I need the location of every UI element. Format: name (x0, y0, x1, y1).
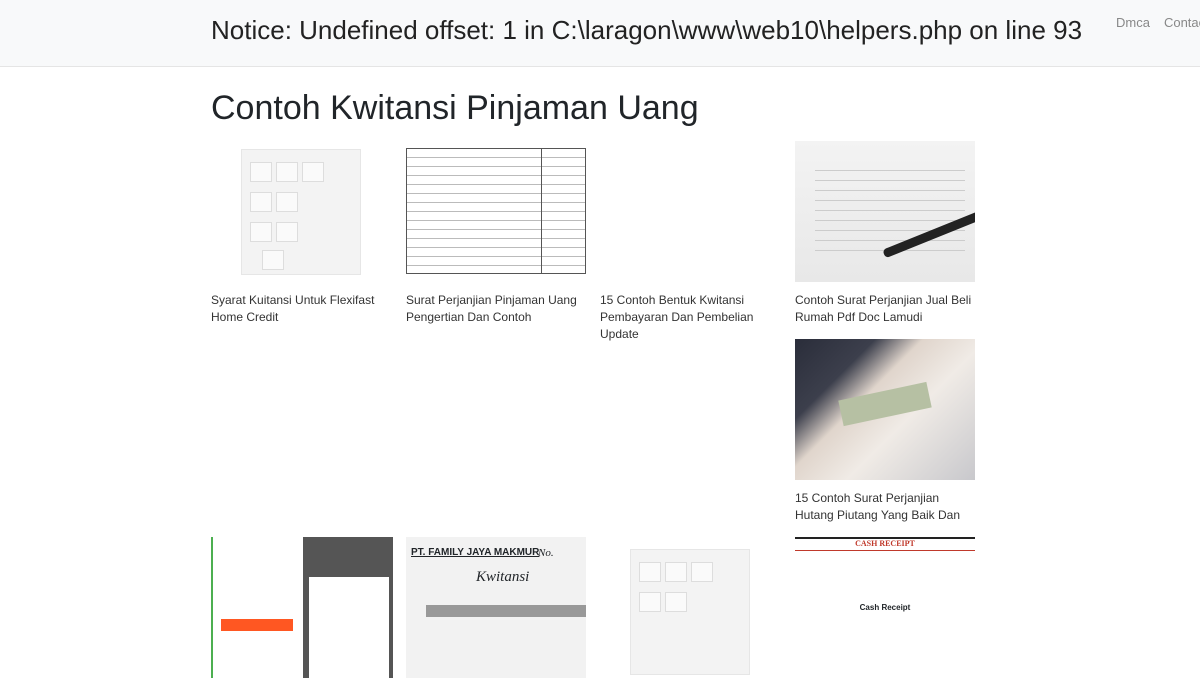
nav-dmca[interactable]: Dmca (1116, 15, 1150, 30)
post-image-kwitansi-form[interactable]: PT. FAMILY JAYA MAKMUR No. Kwitansi (406, 537, 586, 678)
receipt-title: Cash Receipt (859, 603, 911, 612)
post-card[interactable] (600, 537, 780, 678)
php-notice: Notice: Undefined offset: 1 in C:\larago… (211, 15, 1083, 45)
receipt-header: CASH RECEIPT (855, 539, 915, 548)
post-image-document[interactable] (406, 141, 586, 282)
post-title[interactable]: 15 Contoh Bentuk Kwitansi Pembayaran Dan… (600, 292, 780, 343)
post-card[interactable]: CASH RECEIPT Cash Receipt (795, 537, 975, 680)
post-card[interactable]: 15 Contoh Surat Perjanjian Hutang Piutan… (795, 339, 975, 524)
top-navbar: Notice: Undefined offset: 1 in C:\larago… (0, 0, 1200, 67)
post-card[interactable]: Surat Perjanjian Pinjaman Uang Pengertia… (406, 141, 586, 326)
post-title[interactable]: Syarat Kuitansi Untuk Flexifast Home Cre… (211, 292, 391, 326)
post-image-pen-signature[interactable] (795, 141, 975, 282)
nav-links: Dmca Contact (1116, 15, 1200, 30)
post-card[interactable]: PT. FAMILY JAYA MAKMUR No. Kwitansi (406, 537, 586, 678)
post-image-dresser[interactable] (600, 537, 780, 678)
post-card[interactable] (211, 537, 393, 678)
kwitansi-company-name: PT. FAMILY JAYA MAKMUR (411, 547, 540, 558)
post-image-money-handover[interactable] (795, 339, 975, 480)
nav-contact[interactable]: Contact (1164, 15, 1200, 30)
post-card[interactable]: Syarat Kuitansi Untuk Flexifast Home Cre… (211, 141, 391, 326)
post-image-cash-receipt[interactable]: CASH RECEIPT Cash Receipt (795, 537, 975, 680)
post-image-blank[interactable] (600, 141, 780, 282)
page-title: Contoh Kwitansi Pinjaman Uang (211, 89, 699, 127)
post-title[interactable]: Surat Perjanjian Pinjaman Uang Pengertia… (406, 292, 586, 326)
post-title[interactable]: 15 Contoh Surat Perjanjian Hutang Piutan… (795, 490, 975, 524)
post-card[interactable]: 15 Contoh Bentuk Kwitansi Pembayaran Dan… (600, 141, 780, 343)
post-image-app-screenshot[interactable] (211, 537, 393, 678)
post-image-dresser[interactable] (211, 141, 391, 282)
post-title[interactable]: Contoh Surat Perjanjian Jual Beli Rumah … (795, 292, 975, 326)
kwitansi-heading: Kwitansi (476, 569, 530, 585)
kwitansi-number-label: No. (538, 547, 554, 559)
post-card[interactable]: Contoh Surat Perjanjian Jual Beli Rumah … (795, 141, 975, 326)
